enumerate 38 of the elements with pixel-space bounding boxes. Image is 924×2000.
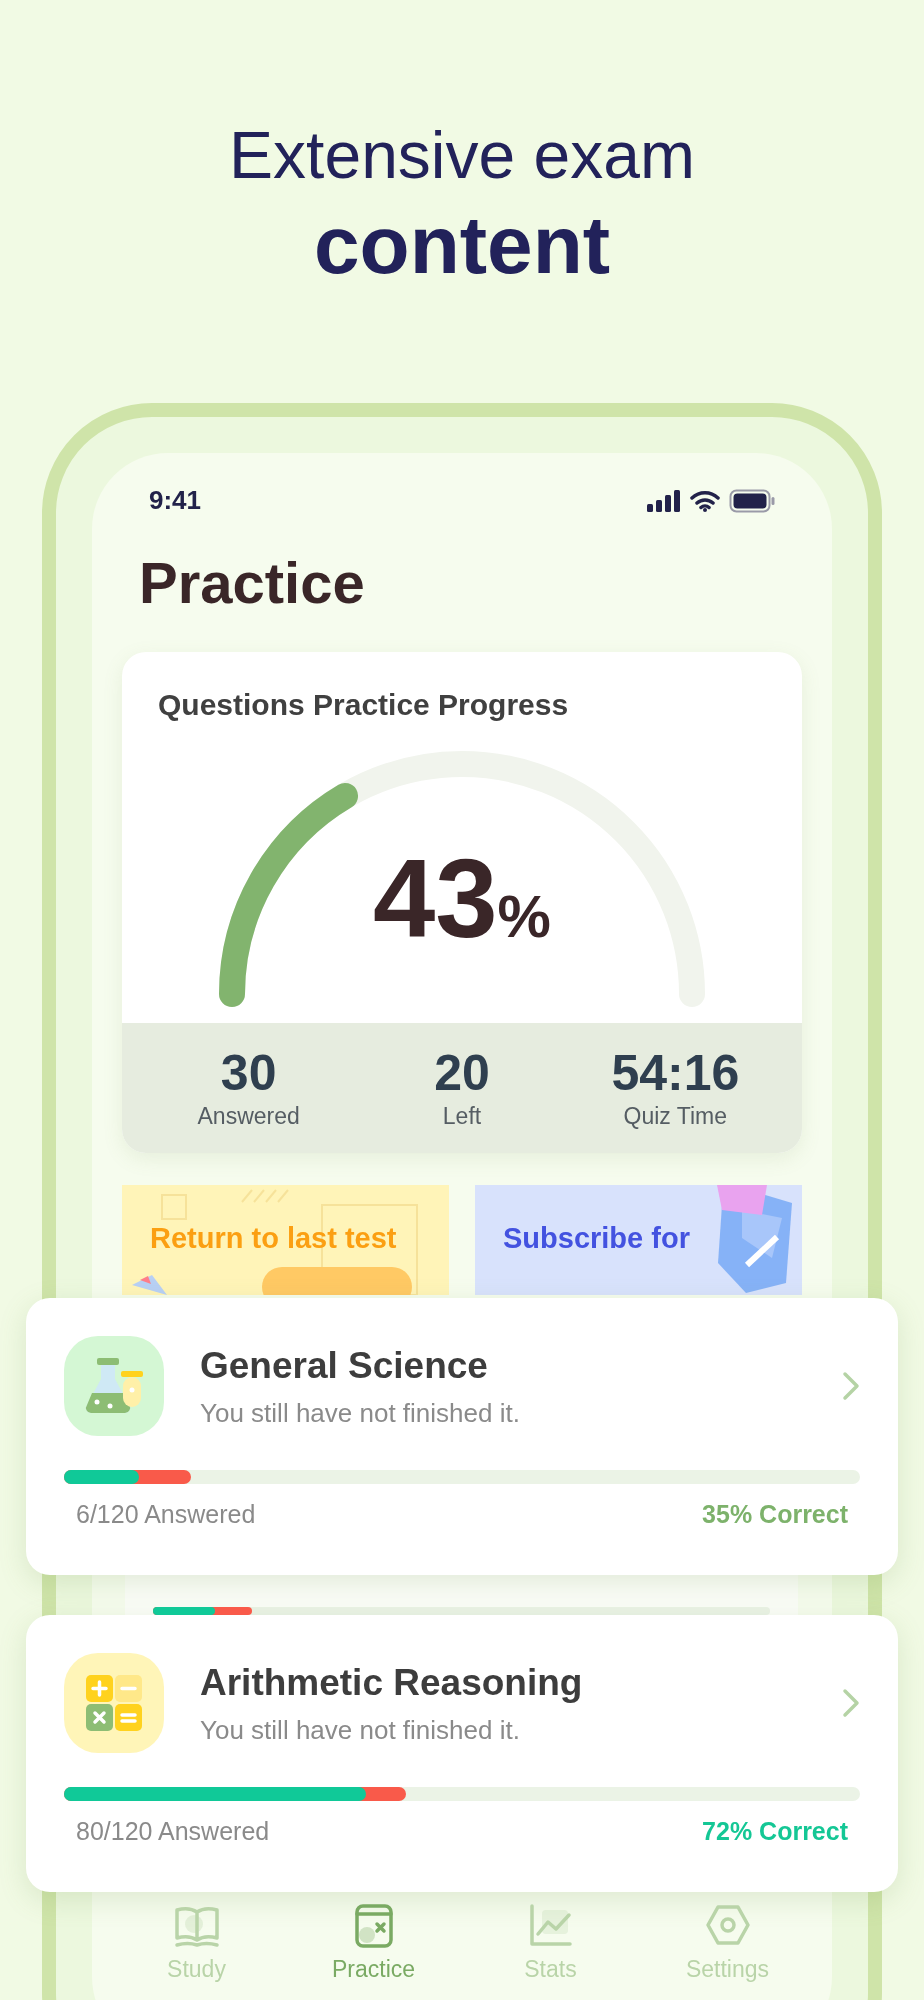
flask-icon — [83, 1358, 145, 1414]
tab-item[interactable]: Practice — [285, 1900, 462, 1987]
tab-item[interactable]: Stats — [462, 1900, 639, 1987]
answered-count: 80/120 Answered — [76, 1816, 270, 1847]
return-banner[interactable]: Return to last test — [122, 1185, 449, 1295]
card-title: Questions Practice Progress — [157, 687, 570, 723]
chevron-right-icon — [842, 1688, 860, 1718]
battery-icon — [729, 488, 775, 513]
screen-title: Practice — [139, 549, 366, 617]
signal-icon — [647, 489, 681, 512]
calculator-icon — [86, 1675, 142, 1731]
headline: content — [313, 198, 611, 292]
subject-subtitle: You still have not finished it. — [200, 1397, 521, 1429]
stat-value: 30 — [220, 1045, 277, 1101]
percent-sign: % — [497, 887, 551, 947]
stat-value: 54:16 — [611, 1045, 740, 1101]
correct-rate: 72% Correct — [702, 1816, 848, 1847]
banner-text: Subscribe for — [503, 1222, 690, 1254]
status-time: 9:41 — [149, 484, 202, 517]
tab-item[interactable]: Study — [108, 1900, 285, 1987]
subject-subtitle: You still have not finished it. — [200, 1714, 521, 1746]
chevron-right-icon — [842, 1371, 860, 1401]
subject-card[interactable]: General Science You still have not finished it. 6/120 Answered 35% Correct — [26, 1298, 898, 1575]
subject-card[interactable]: Arithmetic Reasoning You still have not finished it. 80/120 Answered 72% Correct — [26, 1615, 898, 1892]
answered-count: 6/120 Answered — [76, 1499, 256, 1530]
wifi-icon — [690, 489, 720, 512]
subscribe-banner[interactable]: Subscribe for — [475, 1185, 802, 1295]
stat-label: Quiz Time — [623, 1102, 728, 1131]
headline: Extensive exam — [229, 117, 695, 194]
stat-label: Answered — [197, 1102, 300, 1131]
stat-label: Left — [442, 1102, 482, 1131]
tab-item[interactable]: Settings — [639, 1900, 816, 1987]
percent-value: 43 — [373, 839, 498, 959]
stat-value: 20 — [434, 1045, 490, 1101]
subject-title: General Science — [200, 1344, 489, 1388]
correct-rate: 35% Correct — [702, 1499, 848, 1530]
banner-text: Return to last test — [150, 1222, 397, 1254]
subject-title: Arithmetic Reasoning — [200, 1661, 584, 1705]
